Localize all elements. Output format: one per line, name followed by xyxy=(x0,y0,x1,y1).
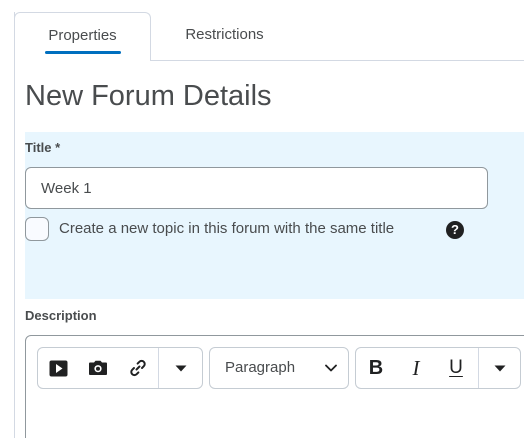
caret-down-icon xyxy=(494,365,505,371)
camera-icon xyxy=(89,360,107,375)
help-icon[interactable]: ? xyxy=(446,221,464,239)
tab-properties-label: Properties xyxy=(48,27,117,44)
underline-button[interactable]: U xyxy=(436,348,476,388)
same-title-topic-checkbox[interactable] xyxy=(25,217,49,241)
format-block-select[interactable]: Paragraph xyxy=(209,347,349,389)
insert-snapshot-button[interactable] xyxy=(78,348,118,388)
same-title-topic-label[interactable]: Create a new topic in this forum with th… xyxy=(59,220,394,237)
title-field-label: Title * xyxy=(25,140,61,155)
insert-video-button[interactable] xyxy=(38,348,78,388)
toolbar-style-group: B I U xyxy=(355,347,521,389)
play-icon xyxy=(49,360,67,376)
description-label: Description xyxy=(25,308,97,323)
more-style-options-button[interactable] xyxy=(479,348,520,388)
tab-restrictions[interactable]: Restrictions xyxy=(152,12,297,61)
page-title: New Forum Details xyxy=(25,80,272,112)
underline-icon: U xyxy=(449,357,463,378)
bold-icon: B xyxy=(368,356,384,379)
title-highlight-panel xyxy=(25,132,524,299)
italic-icon: I xyxy=(412,355,420,380)
chevron-down-icon xyxy=(325,364,337,372)
format-dropdown-toggle[interactable] xyxy=(316,348,346,388)
insert-link-button[interactable] xyxy=(118,348,158,388)
content-frame-border xyxy=(14,12,15,438)
tab-properties[interactable]: Properties xyxy=(14,12,151,61)
more-insert-options-button[interactable] xyxy=(159,348,202,388)
active-tab-indicator xyxy=(45,51,121,54)
title-input[interactable] xyxy=(25,167,488,209)
tab-restrictions-label: Restrictions xyxy=(185,26,264,43)
tabs-divider xyxy=(150,60,524,61)
caret-down-icon xyxy=(175,365,186,371)
toolbar-media-group xyxy=(37,347,203,389)
bold-button[interactable]: B xyxy=(356,348,396,388)
link-icon xyxy=(130,359,146,377)
format-block-value: Paragraph xyxy=(225,359,296,376)
italic-button[interactable]: I xyxy=(396,348,436,388)
